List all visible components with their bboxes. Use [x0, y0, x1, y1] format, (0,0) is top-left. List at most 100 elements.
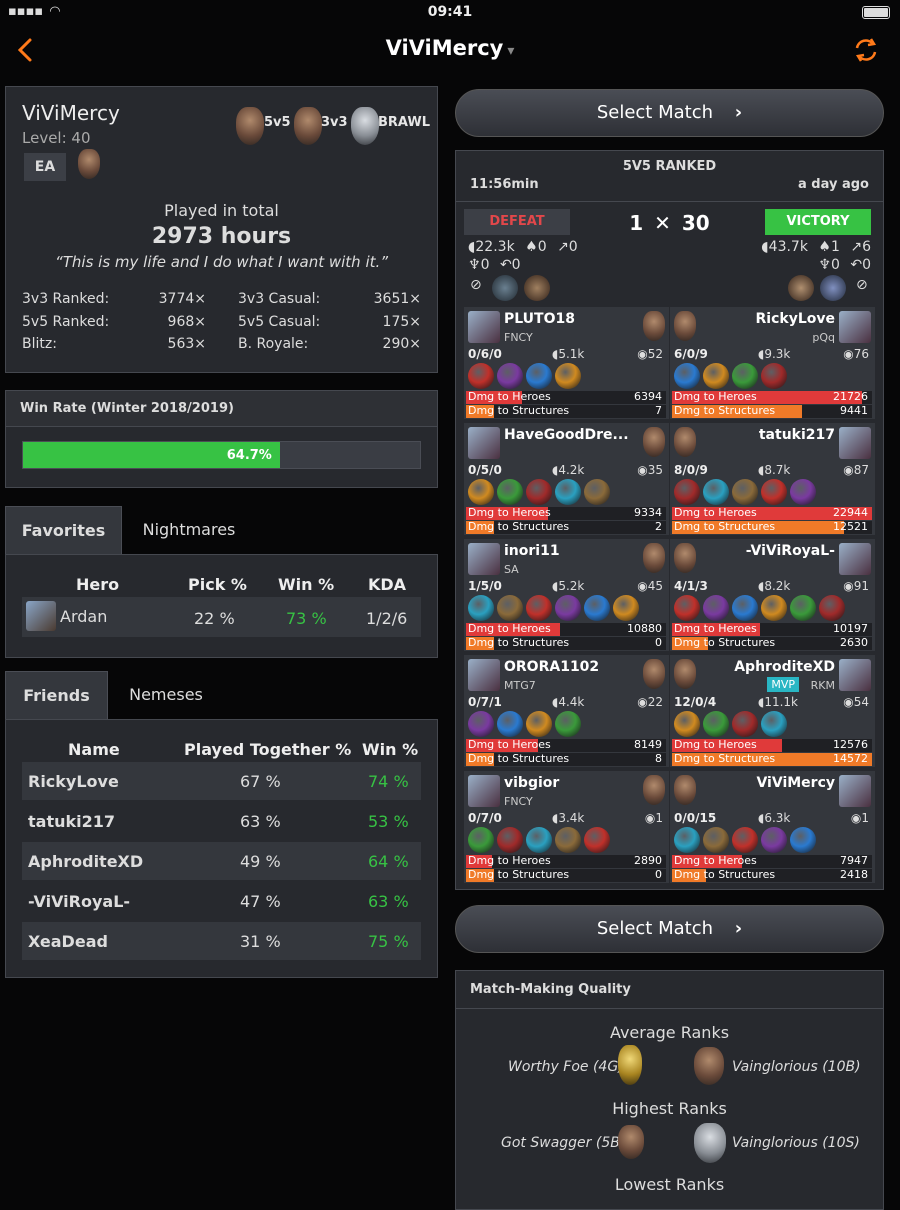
table-row[interactable]: AphroditeXD 49 % 64 %: [22, 842, 421, 880]
item-icon: [703, 827, 729, 853]
chevron-right-icon: ›: [734, 918, 743, 939]
player-team: RKM: [810, 679, 835, 692]
player-kda: 0/7/0: [468, 811, 502, 825]
minion-icon: ◉: [637, 347, 648, 361]
table-row[interactable]: XeaDead 31 % 75 %: [22, 922, 421, 960]
dmg-structures-value: 0: [655, 868, 662, 881]
player-gold-value: 3.4k: [558, 811, 585, 825]
player-card[interactable]: HaveGoodDre... 0/5/0 ◖4.2k ◉35 Dmg to Heroes…: [464, 423, 669, 535]
status-bar: ▪▪▪▪ ◠ 09:41: [0, 0, 900, 24]
item-icon: [674, 479, 700, 505]
item-icon: [761, 827, 787, 853]
dmg-heroes-value: 22944: [833, 506, 868, 519]
profile-quote: “This is my life and I do what I want wi…: [54, 253, 389, 271]
item-icon: [497, 595, 523, 621]
dmg-heroes-value: 8149: [634, 738, 662, 751]
dmg-heroes-label: Dmg to Heroes: [468, 854, 551, 867]
tab-favorites[interactable]: Favorites: [5, 506, 122, 554]
hero-portrait-icon: [839, 543, 871, 575]
friend-win: 75 %: [368, 932, 409, 951]
player-name: vibgior: [504, 775, 560, 791]
right-gold: 43.7k: [768, 239, 808, 255]
player-name: ORORA1102: [504, 659, 600, 675]
player-card[interactable]: -ViViRoyaL- 4/1/3 ◖8.2k ◉91 Dmg to Heroes 101…: [670, 539, 875, 651]
stat-label: Blitz:: [22, 336, 57, 352]
player-card[interactable]: PLUTO18 FNCY 0/6/0 ◖5.1k ◉52 Dmg to Heroes 639…: [464, 307, 669, 419]
item-list: [468, 479, 610, 505]
player-card[interactable]: ViViMercy 0/0/15 ◖6.3k ◉1 Dmg to Heroes 7947 D…: [670, 771, 875, 883]
player-card[interactable]: ORORA1102 MTG7 0/7/1 ◖4.4k ◉22 Dmg to Heroes 8…: [464, 655, 669, 767]
hero-portrait-icon: [839, 775, 871, 807]
player-card[interactable]: RickyLove pQq 6/0/9 ◖9.3k ◉76 Dmg to Heroes 21…: [670, 307, 875, 419]
played-total-label: Played in total: [164, 201, 279, 220]
col-name: Name: [68, 740, 120, 759]
player-card[interactable]: tatuki217 8/0/9 ◖8.7k ◉87 Dmg to Heroes 22944…: [670, 423, 875, 535]
dmg-heroes-value: 12576: [833, 738, 868, 751]
player-title[interactable]: ViViMercy ▾: [0, 36, 900, 60]
mode-brawl-label: BRAWL: [378, 115, 431, 130]
player-cs: ◉52: [637, 347, 663, 361]
mode-3v3-label: 3v3: [321, 115, 348, 130]
rank-icon: [694, 1047, 724, 1085]
item-icon: [732, 711, 758, 737]
minion-icon: ◉: [637, 463, 648, 477]
ban-icon: ⊘: [470, 277, 482, 293]
table-row[interactable]: -ViViRoyaL- 47 % 63 %: [22, 882, 421, 920]
player-team: SA: [504, 563, 519, 576]
tab-friends[interactable]: Friends: [5, 671, 108, 719]
stat-label: 5v5 Casual:: [238, 314, 321, 330]
match-duration: 11:56min: [470, 177, 539, 192]
item-icon: [526, 363, 552, 389]
minion-icon: ◉: [843, 347, 854, 361]
player-name: tatuki217: [758, 427, 835, 443]
item-icon: [526, 479, 552, 505]
hero-portrait-icon: [468, 543, 500, 575]
minion-icon: ◉: [843, 579, 854, 593]
stat-value: 563×: [167, 336, 206, 352]
table-row[interactable]: tatuki217 63 % 53 %: [22, 802, 421, 840]
dmg-structures-label: Dmg to Structures: [674, 636, 776, 649]
select-match-button[interactable]: Select Match ›: [455, 89, 884, 137]
stat-label: 3v3 Casual:: [238, 291, 321, 307]
item-icon: [526, 711, 552, 737]
kraken-icon: ♆: [468, 257, 481, 273]
item-icon: [790, 595, 816, 621]
item-icon: [761, 711, 787, 737]
navigation-bar: ViViMercy ▾: [0, 26, 900, 76]
player-card[interactable]: vibgior FNCY 0/7/0 ◖3.4k ◉1 Dmg to Heroes 2890…: [464, 771, 669, 883]
table-row[interactable]: RickyLove 67 % 74 %: [22, 762, 421, 800]
player-name: AphroditeXD: [734, 659, 835, 675]
item-list: [674, 363, 787, 389]
player-gold-value: 8.7k: [764, 463, 791, 477]
item-icon: [468, 595, 494, 621]
hero-portrait-icon: [468, 311, 500, 343]
player-card[interactable]: inori11 SA 1/5/0 ◖5.2k ◉45 Dmg to Heroes 10880…: [464, 539, 669, 651]
dmg-heroes-value: 2890: [634, 854, 662, 867]
friend-played: 63 %: [240, 812, 281, 831]
item-list: [674, 479, 816, 505]
table-row[interactable]: Ardan 22 % 73 % 1/2/6: [22, 597, 421, 637]
tab-nemeses[interactable]: Nemeses: [108, 671, 224, 719]
dmg-heroes-value: 21726: [833, 390, 868, 403]
item-icon: [584, 827, 610, 853]
matchmaking-quality-panel: Match-Making Quality Average Ranks Worth…: [455, 970, 884, 1210]
tab-nightmares[interactable]: Nightmares: [122, 506, 256, 554]
item-list: [468, 595, 639, 621]
left-towers: 0: [568, 239, 578, 255]
played-hours: 2973 hours: [151, 224, 292, 249]
player-cs: ◉1: [851, 811, 869, 825]
dmg-structures-label: Dmg to Structures: [674, 752, 776, 765]
player-card[interactable]: AphroditeXD RKM MVP 12/0/4 ◖11.1k ◉54 Dmg to H…: [670, 655, 875, 767]
mode-5v5-label: 5v5: [264, 115, 291, 130]
minion-icon: ◉: [637, 579, 648, 593]
player-cs-value: 45: [647, 579, 663, 593]
dmg-structures-label: Dmg to Structures: [674, 404, 776, 417]
select-match-button[interactable]: Select Match ›: [455, 905, 884, 953]
mmq-title: Match-Making Quality: [470, 982, 631, 997]
refresh-icon[interactable]: [852, 36, 880, 64]
player-gold: ◖5.1k: [552, 347, 584, 361]
dmg-structures-bar: Dmg to Structures 2418: [672, 868, 872, 882]
dmg-structures-bar: Dmg to Structures 0: [466, 868, 666, 882]
friend-name: AphroditeXD: [28, 852, 144, 871]
dmg-structures-value: 2418: [840, 868, 868, 881]
